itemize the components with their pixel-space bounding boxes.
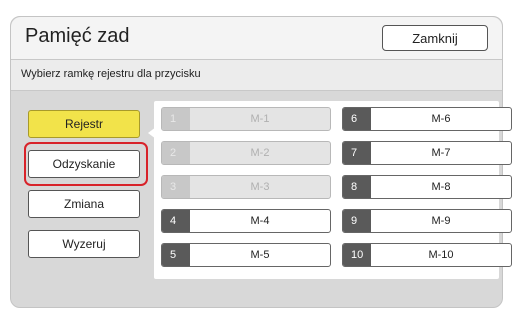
slot-number: 9 xyxy=(343,210,371,232)
slot-name: M-7 xyxy=(431,147,451,159)
slot-name: M-4 xyxy=(250,215,270,227)
slot-m8[interactable]: 8 M-8 xyxy=(342,175,512,199)
instruction-text: Wybierz ramkę rejestru dla przycisku xyxy=(21,68,201,80)
slot-number: 3 xyxy=(162,176,190,198)
slot-name: M-10 xyxy=(428,249,454,261)
slot-m7[interactable]: 7 M-7 xyxy=(342,141,512,165)
slot-m3[interactable]: 3 M-3 xyxy=(161,175,331,199)
slot-name: M-9 xyxy=(431,215,451,227)
memory-dialog: Pamięć zad Zamknij Wybierz ramkę rejestr… xyxy=(10,16,512,308)
slot-number: 8 xyxy=(343,176,371,198)
slot-m6[interactable]: 6 M-6 xyxy=(342,107,512,131)
slot-name: M-6 xyxy=(431,113,451,125)
slot-m10[interactable]: 10 M-10 xyxy=(342,243,512,267)
slot-m1[interactable]: 1 M-1 xyxy=(161,107,331,131)
register-button[interactable]: Rejestr xyxy=(28,110,140,138)
slot-m2[interactable]: 2 M-2 xyxy=(161,141,331,165)
change-button[interactable]: Zmiana xyxy=(28,190,140,218)
slot-number: 7 xyxy=(343,142,371,164)
recall-button[interactable]: Odzyskanie xyxy=(28,150,140,178)
slot-number: 10 xyxy=(343,244,371,266)
slot-name: M-2 xyxy=(250,147,270,159)
instruction-bar: Wybierz ramkę rejestru dla przycisku xyxy=(11,60,502,91)
slot-number: 4 xyxy=(162,210,190,232)
slot-name: M-8 xyxy=(431,181,451,193)
slot-grid: 1 M-1 2 M-2 3 M-3 4 M-4 5 M-5 6 M-6 7 M-… xyxy=(154,101,512,279)
slot-number: 5 xyxy=(162,244,190,266)
slot-number: 6 xyxy=(343,108,371,130)
reset-button[interactable]: Wyzeruj xyxy=(28,230,140,258)
slot-number: 1 xyxy=(162,108,190,130)
slot-m9[interactable]: 9 M-9 xyxy=(342,209,512,233)
dialog-title: Pamięć zad xyxy=(25,25,130,47)
slot-m4[interactable]: 4 M-4 xyxy=(161,209,331,233)
slot-name: M-1 xyxy=(250,113,270,125)
slot-name: M-5 xyxy=(250,249,270,261)
slot-name: M-3 xyxy=(250,181,270,193)
dialog-header: Pamięć zad Zamknij xyxy=(11,17,502,60)
slot-number: 2 xyxy=(162,142,190,164)
close-button[interactable]: Zamknij xyxy=(382,25,488,51)
slot-m5[interactable]: 5 M-5 xyxy=(161,243,331,267)
